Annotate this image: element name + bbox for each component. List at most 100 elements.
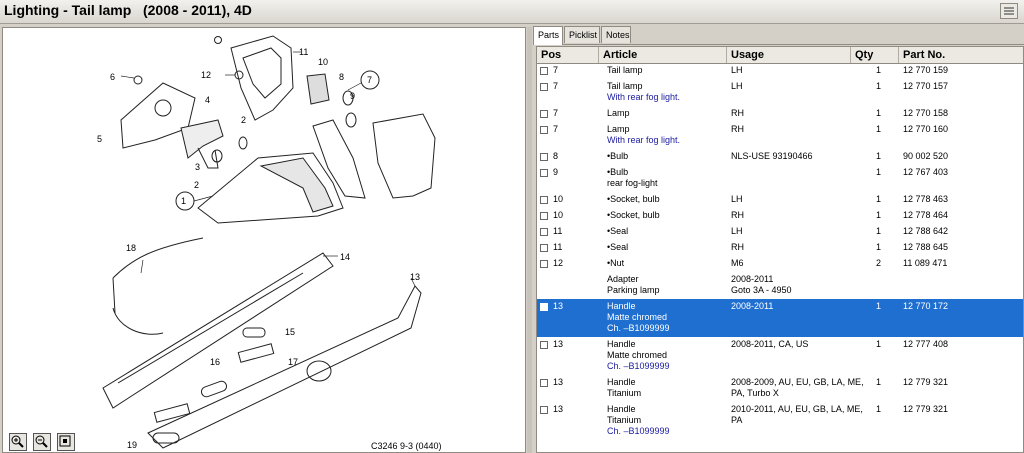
row-qty: 2 [876, 258, 882, 268]
row-article: Handle Matte chromed Ch. –B1099999 [607, 301, 727, 334]
row-pos: 11 [553, 226, 563, 236]
row-checkbox[interactable] [540, 196, 548, 204]
table-row[interactable]: 7 Lamp RH 1 12 770 158 [537, 106, 1023, 122]
article-line: Lamp [607, 124, 630, 134]
tab-notes[interactable]: Notes [601, 26, 631, 43]
table-row[interactable]: 7 Lamp With rear fog light. RH 1 12 770 160 [537, 122, 1023, 149]
fit-view-button[interactable] [57, 433, 75, 451]
table-row[interactable]: 10 •Socket, bulb LH 1 12 778 463 [537, 192, 1023, 208]
row-checkbox[interactable] [540, 110, 548, 118]
table-row[interactable]: 10 •Socket, bulb RH 1 12 778 464 [537, 208, 1023, 224]
table-row[interactable]: 7 Tail lamp LH 1 12 770 159 [537, 63, 1023, 79]
article-line: Handle [607, 339, 636, 349]
row-usage: 2008-2011, CA, US [731, 339, 851, 350]
tab-picklist[interactable]: Picklist [564, 26, 600, 43]
table-row[interactable]: 13 Handle Matte chromed Ch. –B1099999 2008-2… [537, 337, 1023, 375]
row-checkbox[interactable] [540, 212, 548, 220]
usage-line: 2008-2011 [731, 301, 774, 311]
row-part-no: 12 770 172 [903, 301, 949, 311]
row-usage: 2008-2009, AU, EU, GB, LA, ME, PA, Turbo … [731, 377, 864, 399]
article-note: Ch. –B1099999 [607, 323, 670, 333]
col-qty[interactable]: Qty [851, 47, 899, 63]
row-checkbox[interactable] [540, 83, 548, 91]
row-part-no: 12 770 158 [903, 108, 949, 118]
row-checkbox[interactable] [540, 341, 548, 349]
zoom-in-icon [11, 435, 24, 448]
row-checkbox[interactable] [540, 303, 548, 311]
col-part-no[interactable]: Part No. [899, 47, 1023, 63]
row-part-no: 12 788 642 [903, 226, 949, 236]
row-usage: M6 [731, 258, 851, 269]
table-row[interactable]: 11 •Seal RH 1 12 788 645 [537, 240, 1023, 256]
table-row[interactable]: 13 Handle Matte chromed Ch. –B1099999 2008-2… [537, 299, 1023, 337]
col-usage[interactable]: Usage [727, 47, 851, 63]
table-row[interactable]: Adapter Parking lamp 2008-2011 Goto 3A - 49… [537, 272, 1023, 299]
table-row[interactable]: 9 •Bulb rear fog-light 1 12 767 403 [537, 165, 1023, 192]
window-menu-button[interactable] [1000, 3, 1018, 19]
row-qty: 1 [876, 377, 882, 387]
row-article: •Socket, bulb [607, 194, 727, 205]
callout-4: 4 [205, 95, 210, 105]
callout-11: 11 [299, 47, 308, 57]
table-row[interactable]: 13 Handle Titanium 2008-2009, AU, EU, GB, L… [537, 375, 1023, 402]
tab-parts[interactable]: Parts [533, 26, 563, 45]
usage-line: 2008-2011, CA, US [731, 339, 809, 349]
row-checkbox[interactable] [540, 379, 548, 387]
row-pos: 7 [553, 81, 559, 91]
row-article: •Bulb rear fog-light [607, 167, 727, 189]
row-part-no: 12 777 408 [903, 339, 949, 349]
row-checkbox[interactable] [540, 406, 548, 414]
row-usage: 2010-2011, AU, EU, GB, LA, ME, PA [731, 404, 863, 426]
window-title: Lighting - Tail lamp (2008 - 2011), 4D [4, 2, 252, 18]
handle-13 [147, 285, 422, 449]
table-row[interactable]: 8 •Bulb NLS-USE 93190466 1 90 002 520 [537, 149, 1023, 165]
zoom-in-button[interactable] [9, 433, 27, 451]
zoom-out-button[interactable] [33, 433, 51, 451]
table-row[interactable]: 11 •Seal LH 1 12 788 642 [537, 224, 1023, 240]
row-qty: 1 [876, 151, 882, 161]
row-checkbox[interactable] [540, 169, 548, 177]
col-article[interactable]: Article [599, 47, 727, 63]
bracket-4 [180, 119, 224, 159]
callout-8: 8 [339, 72, 344, 82]
article-line: Handle [607, 377, 636, 387]
row-part-no: 12 788 645 [903, 242, 949, 252]
row-pos: 9 [553, 167, 559, 177]
table-row[interactable]: 12 •Nut M6 2 11 089 471 [537, 256, 1023, 272]
article-note: With rear fog light. [607, 135, 681, 145]
article-line: •Seal [607, 242, 629, 252]
nut-12 [234, 70, 244, 80]
row-part-no: 12 770 160 [903, 124, 949, 134]
usage-line: LH [731, 226, 743, 236]
table-row[interactable]: 13 Handle Titanium Ch. –B1099999 2010-2011, … [537, 402, 1023, 440]
usage-line: RH [731, 242, 744, 252]
pane-splitter[interactable] [527, 27, 532, 453]
title-bar: Lighting - Tail lamp (2008 - 2011), 4D [0, 0, 1024, 24]
row-qty: 1 [876, 226, 882, 236]
seal-11 [230, 35, 294, 121]
row-usage: RH [731, 242, 851, 253]
row-checkbox[interactable] [540, 228, 548, 236]
table-row[interactable]: 7 Tail lamp With rear fog light. LH 1 12 770 … [537, 79, 1023, 106]
row-qty: 1 [876, 108, 882, 118]
article-line: Tail lamp [607, 81, 643, 91]
row-checkbox[interactable] [540, 244, 548, 252]
col-pos[interactable]: Pos [537, 47, 599, 63]
row-checkbox[interactable] [540, 67, 548, 75]
row-pos: 12 [553, 258, 564, 268]
row-article: Adapter Parking lamp [607, 274, 727, 296]
callout-3: 3 [195, 162, 200, 172]
row-pos: 13 [553, 404, 564, 414]
callout-10: 10 [318, 57, 328, 67]
row-article: Lamp [607, 108, 727, 119]
row-checkbox[interactable] [540, 260, 548, 268]
row-pos: 13 [553, 301, 564, 311]
callout-15: 15 [285, 327, 295, 337]
article-line: Titanium [607, 388, 642, 398]
exploded-diagram[interactable]: 1 2 2 3 4 5 6 7 8 9 10 11 12 13 14 15 16… [2, 27, 526, 453]
usage-line: Goto 3A - 4950 [731, 285, 792, 295]
row-checkbox[interactable] [540, 153, 548, 161]
row-checkbox[interactable] [540, 126, 548, 134]
article-line: Tail lamp [607, 65, 643, 75]
tab-bar: Parts Picklist Notes [533, 26, 1024, 45]
